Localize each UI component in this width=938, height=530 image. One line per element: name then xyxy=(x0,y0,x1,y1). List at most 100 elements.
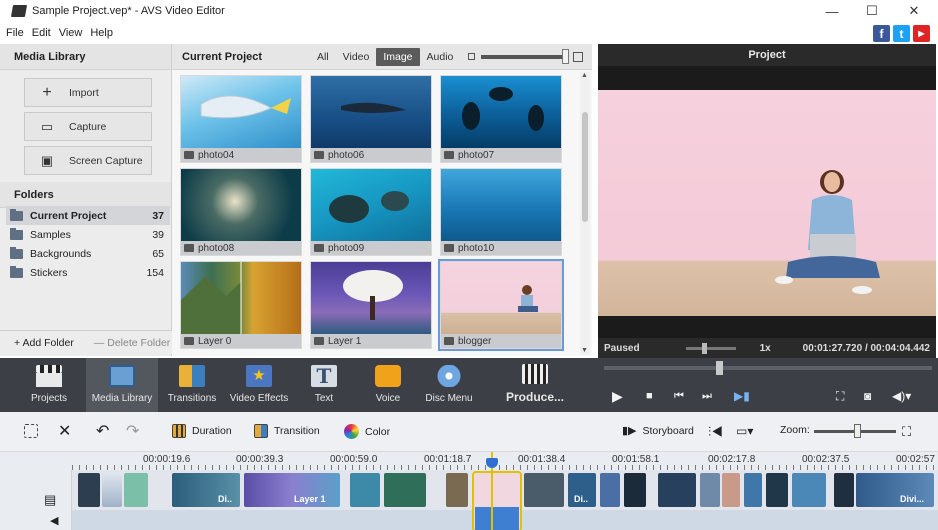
toolbar-text[interactable]: T Text xyxy=(300,358,348,412)
media-thumb[interactable]: photo10 xyxy=(440,168,562,256)
toolbar-media-library[interactable]: Media Library xyxy=(86,358,158,412)
thumb-size-small-icon[interactable] xyxy=(468,53,476,60)
play-icon[interactable]: ▶ xyxy=(612,388,623,405)
preview-video[interactable] xyxy=(598,90,936,316)
menu-help[interactable]: Help xyxy=(90,27,113,39)
media-scrollbar[interactable]: ▲ ▼ xyxy=(580,72,590,354)
twitter-icon[interactable]: t xyxy=(893,25,910,42)
playback-speed: 1x xyxy=(759,342,771,354)
storyboard-button[interactable]: ▮▶ Storyboard xyxy=(622,424,694,438)
timeline-clip[interactable]: Divi... xyxy=(856,473,934,507)
duration-button[interactable]: Duration xyxy=(172,424,232,438)
seek-handle[interactable] xyxy=(716,361,723,375)
speed-slider-handle[interactable] xyxy=(701,342,707,354)
zoom-slider-handle[interactable] xyxy=(854,424,861,438)
media-thumb[interactable]: photo06 xyxy=(310,75,432,163)
menu-file[interactable]: File xyxy=(6,27,24,39)
timeline-clip[interactable] xyxy=(722,473,740,507)
speed-slider[interactable] xyxy=(685,342,736,354)
timeline-clip[interactable] xyxy=(834,473,854,507)
timeline-clip[interactable] xyxy=(624,473,646,507)
redo-icon[interactable]: ↷ xyxy=(126,421,139,441)
folder-samples[interactable]: Samples 39 xyxy=(6,225,170,244)
timeline-clip[interactable]: Di.. xyxy=(172,473,240,507)
timeline-clip[interactable] xyxy=(766,473,788,507)
scroll-up-icon[interactable]: ▲ xyxy=(581,72,588,79)
toolbar-projects[interactable]: Projects xyxy=(24,358,74,412)
fit-to-window-icon[interactable]: ⛶ xyxy=(902,424,911,440)
thumbnail-size-slider[interactable] xyxy=(481,48,570,64)
media-thumb-selected[interactable]: blogger xyxy=(438,259,564,351)
playback-seek-slider[interactable] xyxy=(604,361,932,375)
transition-button[interactable]: Transition xyxy=(254,424,320,438)
filter-image-tab[interactable]: Image xyxy=(376,47,420,66)
toolbar-transitions[interactable]: Transitions xyxy=(164,358,220,412)
audio-mixer-icon[interactable]: ⫶◀ xyxy=(708,424,723,440)
import-button[interactable]: + Import xyxy=(24,78,152,107)
toolbar-video-effects[interactable]: ★ Video Effects xyxy=(226,358,292,412)
screen-capture-label: Screen Capture xyxy=(69,154,143,167)
thumb-size-large-icon[interactable] xyxy=(573,51,584,62)
delete-folder-button[interactable]: — Delete Folder xyxy=(94,337,170,349)
timeline-clip[interactable] xyxy=(446,473,468,507)
folder-stickers[interactable]: Stickers 154 xyxy=(6,263,170,282)
timeline-clip[interactable] xyxy=(600,473,620,507)
timeline-clip[interactable] xyxy=(384,473,426,507)
toolbar-voice[interactable]: Voice xyxy=(364,358,412,412)
folder-backgrounds[interactable]: Backgrounds 65 xyxy=(6,244,170,263)
filter-audio-tab[interactable]: Audio xyxy=(420,48,461,66)
timeline-clip[interactable] xyxy=(350,473,380,507)
folder-current-project[interactable]: Current Project 37 xyxy=(6,206,170,225)
minimize-button[interactable]: — xyxy=(812,0,852,22)
timeline-clip-layer1[interactable]: Layer 1 xyxy=(244,473,340,507)
facebook-icon[interactable]: f xyxy=(873,25,890,42)
delete-icon[interactable]: ✕ xyxy=(58,421,71,441)
toolbar-disc-menu[interactable]: Disc Menu xyxy=(424,358,474,412)
scrollbar-thumb[interactable] xyxy=(582,112,588,222)
screen-capture-button[interactable]: ▣ Screen Capture xyxy=(24,146,152,175)
display-mode-icon[interactable]: ▭▾ xyxy=(736,424,753,438)
volume-icon[interactable]: ◀)▾ xyxy=(892,389,911,403)
storyboard-toggle-icon[interactable] xyxy=(24,424,38,438)
stop-icon[interactable]: ■ xyxy=(646,390,653,402)
capture-button[interactable]: ▭ Capture xyxy=(24,112,152,141)
media-thumb[interactable]: photo07 xyxy=(440,75,562,163)
timeline-clip[interactable] xyxy=(658,473,696,507)
slider-handle[interactable] xyxy=(562,48,570,64)
toolbar-produce[interactable]: Produce... xyxy=(500,358,570,412)
youtube-icon[interactable]: ▶ xyxy=(913,25,930,42)
media-thumb[interactable]: Layer 0 xyxy=(180,261,302,349)
media-thumb[interactable]: photo08 xyxy=(180,168,302,256)
scroll-down-icon[interactable]: ▼ xyxy=(581,347,588,354)
add-folder-button[interactable]: + Add Folder xyxy=(14,337,74,349)
timeline-clip[interactable] xyxy=(524,473,564,507)
media-thumb[interactable]: photo04 xyxy=(180,75,302,163)
maximize-button[interactable]: ☐ xyxy=(852,0,892,22)
timeline-clip[interactable] xyxy=(124,473,148,507)
filter-video-tab[interactable]: Video xyxy=(336,48,377,66)
undo-icon[interactable]: ↶ xyxy=(96,421,109,441)
timeline-clip[interactable] xyxy=(102,473,122,507)
selected-clip-range xyxy=(475,507,519,530)
media-thumb[interactable]: photo09 xyxy=(310,168,432,256)
next-frame-icon[interactable]: ⏭ xyxy=(702,390,712,403)
timeline-clip[interactable] xyxy=(700,473,720,507)
media-thumb[interactable]: Layer 1 xyxy=(310,261,432,349)
close-button[interactable]: ✕ xyxy=(894,0,934,22)
timeline-clip[interactable] xyxy=(744,473,762,507)
timeline-clip[interactable] xyxy=(792,473,826,507)
timeline-clip[interactable] xyxy=(78,473,100,507)
split-icon[interactable]: ▶▮ xyxy=(734,389,750,403)
thumb-label: photo06 xyxy=(328,149,365,161)
zoom-slider[interactable] xyxy=(814,424,896,438)
previous-frame-icon[interactable]: ⏮ xyxy=(674,390,684,403)
snapshot-icon[interactable]: ◙ xyxy=(864,389,871,403)
menu-edit[interactable]: Edit xyxy=(32,27,51,39)
color-wheel-icon xyxy=(344,424,359,439)
color-button[interactable]: Color xyxy=(344,424,390,439)
timeline-clip[interactable]: Di.. xyxy=(568,473,596,507)
folder-count: 65 xyxy=(152,247,164,260)
fullscreen-icon[interactable]: ⛶ xyxy=(836,389,844,404)
menu-view[interactable]: View xyxy=(59,27,83,39)
filter-all-tab[interactable]: All xyxy=(310,48,336,66)
